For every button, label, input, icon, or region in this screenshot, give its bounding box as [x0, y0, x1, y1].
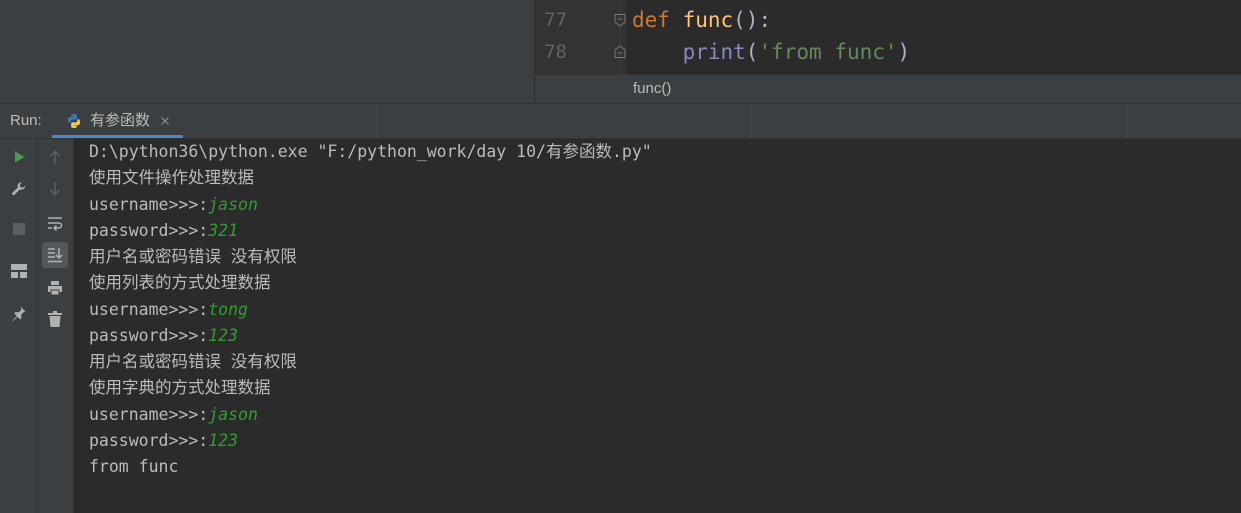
console-prompt: password>>>:	[89, 220, 209, 240]
console-user-input: 321	[208, 220, 239, 240]
code-token-builtin: print	[632, 40, 746, 64]
up-arrow-icon	[49, 150, 61, 164]
down-arrow-icon	[49, 182, 61, 196]
project-panel	[0, 0, 535, 103]
console-line: 用户名或密码错误 没有权限	[89, 349, 1241, 375]
console-text: 用户名或密码错误 没有权限	[89, 352, 297, 371]
run-icon	[15, 151, 25, 163]
layout-icon	[11, 264, 27, 278]
console-user-input: jason	[208, 404, 258, 424]
run-tab[interactable]: 有参函数	[52, 104, 183, 138]
code-line[interactable]: print('from func')	[632, 36, 911, 68]
fold-end-icon[interactable]	[614, 45, 626, 59]
run-tab-title: 有参函数	[90, 112, 151, 129]
print-icon	[48, 281, 62, 296]
soft-wrap-button[interactable]	[42, 210, 68, 236]
fold-guide	[620, 0, 621, 74]
console-line: username>>>:jason	[89, 192, 1241, 218]
console-user-input: 123	[208, 325, 239, 345]
line-number: 77	[544, 9, 567, 31]
console-text: 使用字典的方式处理数据	[89, 378, 271, 398]
console-prompt: username>>>:	[89, 404, 209, 424]
scroll-to-end-icon	[48, 248, 63, 263]
console-line: username>>>:jason	[89, 402, 1241, 428]
layout-button[interactable]	[6, 258, 32, 284]
console-prompt: password>>>:	[89, 430, 209, 450]
selected-tab-indicator	[52, 135, 183, 138]
console-line: 使用文件操作处理数据	[89, 165, 1241, 191]
console-line: password>>>:123	[89, 323, 1241, 349]
console-line: password>>>:321	[89, 218, 1241, 244]
run-tool-window-header: Run: 有参函数	[0, 103, 1241, 139]
soft-wrap-icon	[48, 217, 63, 231]
fold-start-icon[interactable]	[614, 13, 626, 27]
clear-all-button[interactable]	[42, 306, 68, 332]
console-output[interactable]: D:\python36\python.exe "F:/python_work/d…	[74, 139, 1241, 513]
code-token-keyword: def	[632, 8, 670, 32]
console-prompt: username>>>:	[89, 299, 209, 319]
console-text: D:\python36\python.exe "F:/python_work/d…	[89, 142, 652, 161]
previous-occurrence-button[interactable]	[42, 144, 68, 170]
line-number: 78	[544, 41, 567, 63]
console-line: 用户名或密码错误 没有权限	[89, 244, 1241, 270]
editor-gutter: 77 78	[535, 0, 626, 74]
console-user-input: jason	[208, 194, 258, 214]
console-prompt: password>>>:	[89, 325, 209, 345]
code-line[interactable]: def func():	[632, 4, 771, 36]
rerun-button[interactable]	[6, 144, 32, 170]
python-icon	[66, 113, 82, 129]
breadcrumb: func()	[535, 74, 1241, 103]
console-text: 用户名或密码错误 没有权限	[89, 247, 297, 266]
breadcrumb-item[interactable]: func()	[633, 75, 671, 103]
console-prompt: username>>>:	[89, 194, 209, 214]
console-text: from func	[89, 457, 179, 476]
console-line: username>>>:tong	[89, 297, 1241, 323]
console-text: 使用列表的方式处理数据	[89, 273, 271, 293]
console-line: 使用列表的方式处理数据	[89, 270, 1241, 296]
code-token-string: 'from func'	[758, 40, 898, 64]
console-line: D:\python36\python.exe "F:/python_work/d…	[89, 139, 1241, 165]
modify-configuration-button[interactable]	[6, 176, 32, 202]
run-toolbar-primary	[0, 139, 37, 513]
console-line: password>>>:123	[89, 428, 1241, 454]
code-token-punctuation: )	[897, 40, 911, 64]
pin-tab-button[interactable]	[6, 300, 32, 326]
print-button[interactable]	[42, 275, 68, 301]
console-user-input: tong	[208, 299, 248, 319]
stop-button[interactable]	[6, 216, 32, 242]
console-line: 使用字典的方式处理数据	[89, 375, 1241, 401]
code-token-punctuation: ():	[733, 8, 772, 32]
next-occurrence-button[interactable]	[42, 176, 68, 202]
header-divider	[377, 104, 378, 138]
wrench-icon	[12, 182, 26, 196]
close-icon[interactable]	[160, 116, 170, 126]
code-token-punctuation: (	[745, 40, 759, 64]
code-token-function-name: func	[669, 8, 734, 32]
code-editor[interactable]: 77 78 def func(): print('from func')	[535, 0, 1241, 74]
stop-icon	[13, 223, 25, 235]
console-text: 使用文件操作处理数据	[89, 168, 254, 188]
run-toolbar-secondary	[37, 139, 74, 513]
console-line: from func	[89, 454, 1241, 480]
scroll-to-end-button[interactable]	[42, 242, 68, 268]
run-label: Run:	[10, 112, 42, 129]
console-user-input: 123	[208, 430, 239, 450]
pin-icon	[12, 306, 26, 321]
header-divider	[750, 104, 751, 138]
trash-icon	[48, 311, 62, 327]
header-divider	[1126, 104, 1127, 138]
